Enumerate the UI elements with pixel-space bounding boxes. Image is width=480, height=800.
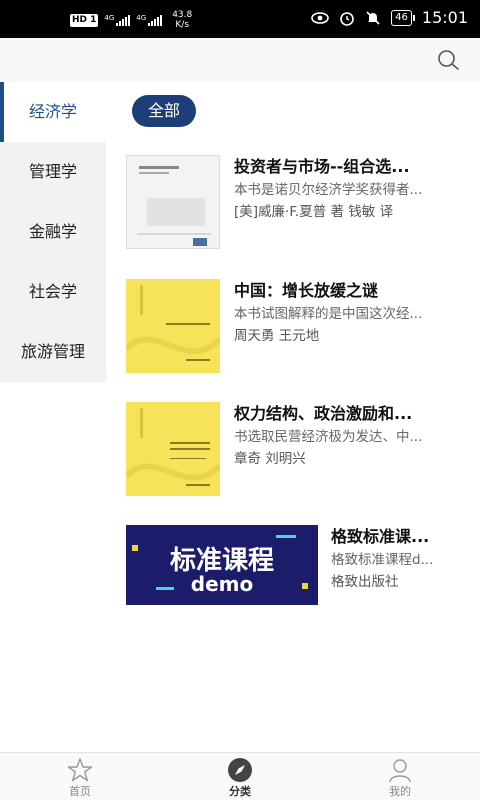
- nav-mine[interactable]: 我的: [320, 753, 480, 800]
- star-icon: [66, 757, 94, 783]
- sidebar-item-tourism[interactable]: 旅游管理: [0, 322, 106, 382]
- book-meta: 权力结构、政治激励和... 书选取民营经济极为发达、中... 章奇 刘明兴: [234, 402, 460, 470]
- sidebar-item-sociology[interactable]: 社会学: [0, 262, 106, 322]
- book-meta: 投资者与市场--组合选... 本书是诺贝尔经济学奖获得者... [美]威廉·F.…: [234, 155, 460, 223]
- alarm-icon: [340, 11, 354, 26]
- nav-mine-label: 我的: [389, 785, 411, 798]
- book-description: 本书是诺贝尔经济学奖获得者...: [234, 182, 423, 198]
- status-right: 46 15:01: [311, 8, 468, 27]
- compass-icon: [226, 757, 254, 783]
- book-description: 格致标准课程d...: [331, 552, 434, 568]
- signal-icon: 4G: [136, 14, 163, 26]
- book-cover: 标准课程 demo: [126, 525, 318, 605]
- sidebar-item-finance[interactable]: 金融学: [0, 202, 106, 262]
- eye-icon: [311, 11, 329, 24]
- book-meta: 中国：增长放缓之谜 本书试图解释的是中国这次经... 周天勇 王元地: [234, 279, 460, 347]
- nav-category-label: 分类: [229, 785, 251, 798]
- book-item[interactable]: 投资者与市场--组合选... 本书是诺贝尔经济学奖获得者... [美]威廉·F.…: [126, 155, 466, 249]
- status-bar: HD 1 4G 4G 43.8 K/s 46 15:01: [0, 0, 480, 38]
- book-title: 投资者与市场--组合选...: [234, 157, 410, 176]
- book-author: 章奇 刘明兴: [234, 451, 306, 467]
- book-title: 中国：增长放缓之谜: [234, 281, 379, 300]
- battery-icon: 46: [391, 9, 415, 26]
- book-item[interactable]: 权力结构、政治激励和... 书选取民营经济极为发达、中... 章奇 刘明兴: [126, 402, 466, 496]
- nav-home[interactable]: 首页: [0, 753, 160, 800]
- category-sidebar: 经济学 管理学 金融学 社会学 旅游管理: [0, 82, 106, 382]
- book-meta: 格致标准课... 格致标准课程d... 格致出版社: [331, 525, 466, 593]
- hd-badge: HD 1: [70, 13, 99, 27]
- book-author: [美]威廉·F.夏普 著 钱敏 译: [234, 204, 394, 220]
- cover-subtitle-text: demo: [191, 572, 253, 596]
- book-cover: [126, 402, 220, 496]
- book-author: 周天勇 王元地: [234, 328, 320, 344]
- book-description: 本书试图解释的是中国这次经...: [234, 306, 423, 322]
- book-item[interactable]: 中国：增长放缓之谜 本书试图解释的是中国这次经... 周天勇 王元地: [126, 279, 466, 373]
- book-title: 权力结构、政治激励和...: [234, 404, 413, 423]
- top-bar: [0, 38, 480, 82]
- book-cover-art: [127, 156, 219, 248]
- mute-icon: [366, 10, 380, 25]
- search-icon[interactable]: [436, 48, 460, 72]
- person-icon: [386, 757, 414, 783]
- network-speed: 43.8 K/s: [172, 10, 193, 30]
- book-description: 书选取民营经济极为发达、中...: [234, 429, 423, 445]
- nav-category[interactable]: 分类: [160, 753, 320, 800]
- book-cover-art: 标准课程 demo: [126, 525, 318, 605]
- sidebar-item-economics[interactable]: 经济学: [0, 82, 106, 142]
- signal-icon: 4G: [104, 14, 131, 26]
- book-title: 格致标准课...: [331, 527, 430, 546]
- bottom-nav: 首页 分类 我的: [0, 752, 480, 800]
- filter-chip-all[interactable]: 全部: [132, 95, 196, 127]
- nav-home-label: 首页: [69, 785, 91, 798]
- sidebar-item-management[interactable]: 管理学: [0, 142, 106, 202]
- book-cover: [126, 279, 220, 373]
- book-cover-art: [126, 279, 220, 373]
- status-left: HD 1 4G 4G 43.8 K/s: [70, 10, 192, 30]
- book-author: 格致出版社: [331, 574, 399, 590]
- clock: 15:01: [421, 8, 468, 27]
- book-item[interactable]: 标准课程 demo 格致标准课... 格致标准课程d... 格致出版社: [126, 525, 466, 605]
- book-cover-art: [126, 402, 220, 496]
- book-cover: [126, 155, 220, 249]
